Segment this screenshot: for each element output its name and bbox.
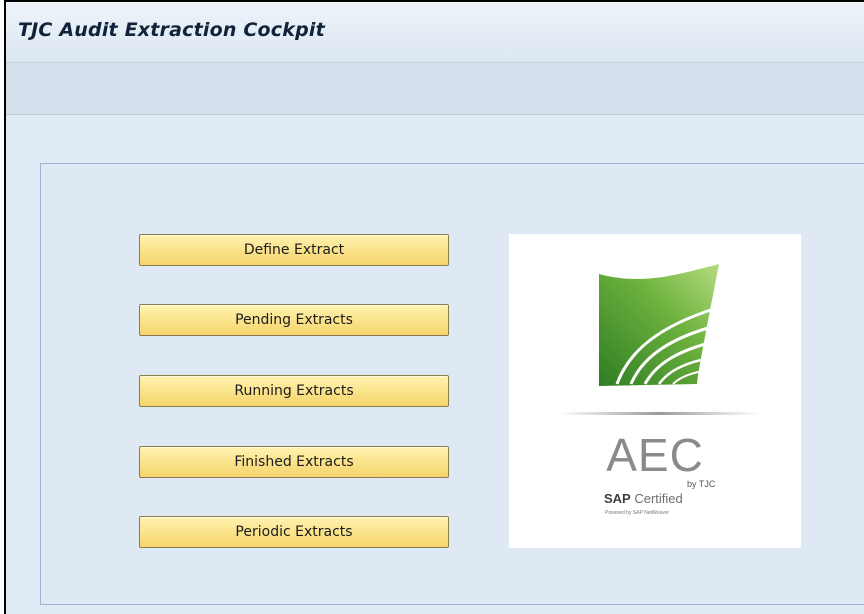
content-area: Define Extract Pending Extracts Running … [6,115,864,614]
cockpit-group-box: Define Extract Pending Extracts Running … [40,163,864,605]
running-extracts-button[interactable]: Running Extracts [139,375,449,407]
leaf-logo-icon [559,264,759,415]
sap-certified-label: SAP​ Certified [604,491,683,506]
pending-extracts-button[interactable]: Pending Extracts [139,304,449,336]
sap-brand: SAP [604,491,631,506]
logo-name: AEC [606,429,704,481]
logo-byline: by TJC [687,479,716,489]
define-extract-button[interactable]: Define Extract [139,234,449,266]
page-title: TJC Audit Extraction Cockpit [18,19,325,41]
title-bar: TJC Audit Extraction Cockpit [6,2,864,63]
certified-text: Certified [634,491,683,506]
periodic-extracts-button[interactable]: Periodic Extracts [139,516,449,548]
finished-extracts-button[interactable]: Finished Extracts [139,446,449,478]
aec-logo: AEC by TJC SAP​ Certified Powered by SAP… [509,234,801,548]
application-toolbar [6,63,864,115]
sap-window: TJC Audit Extraction Cockpit Define Extr… [4,0,864,614]
powered-by-text: Powered by SAP NetWeaver [605,510,670,516]
